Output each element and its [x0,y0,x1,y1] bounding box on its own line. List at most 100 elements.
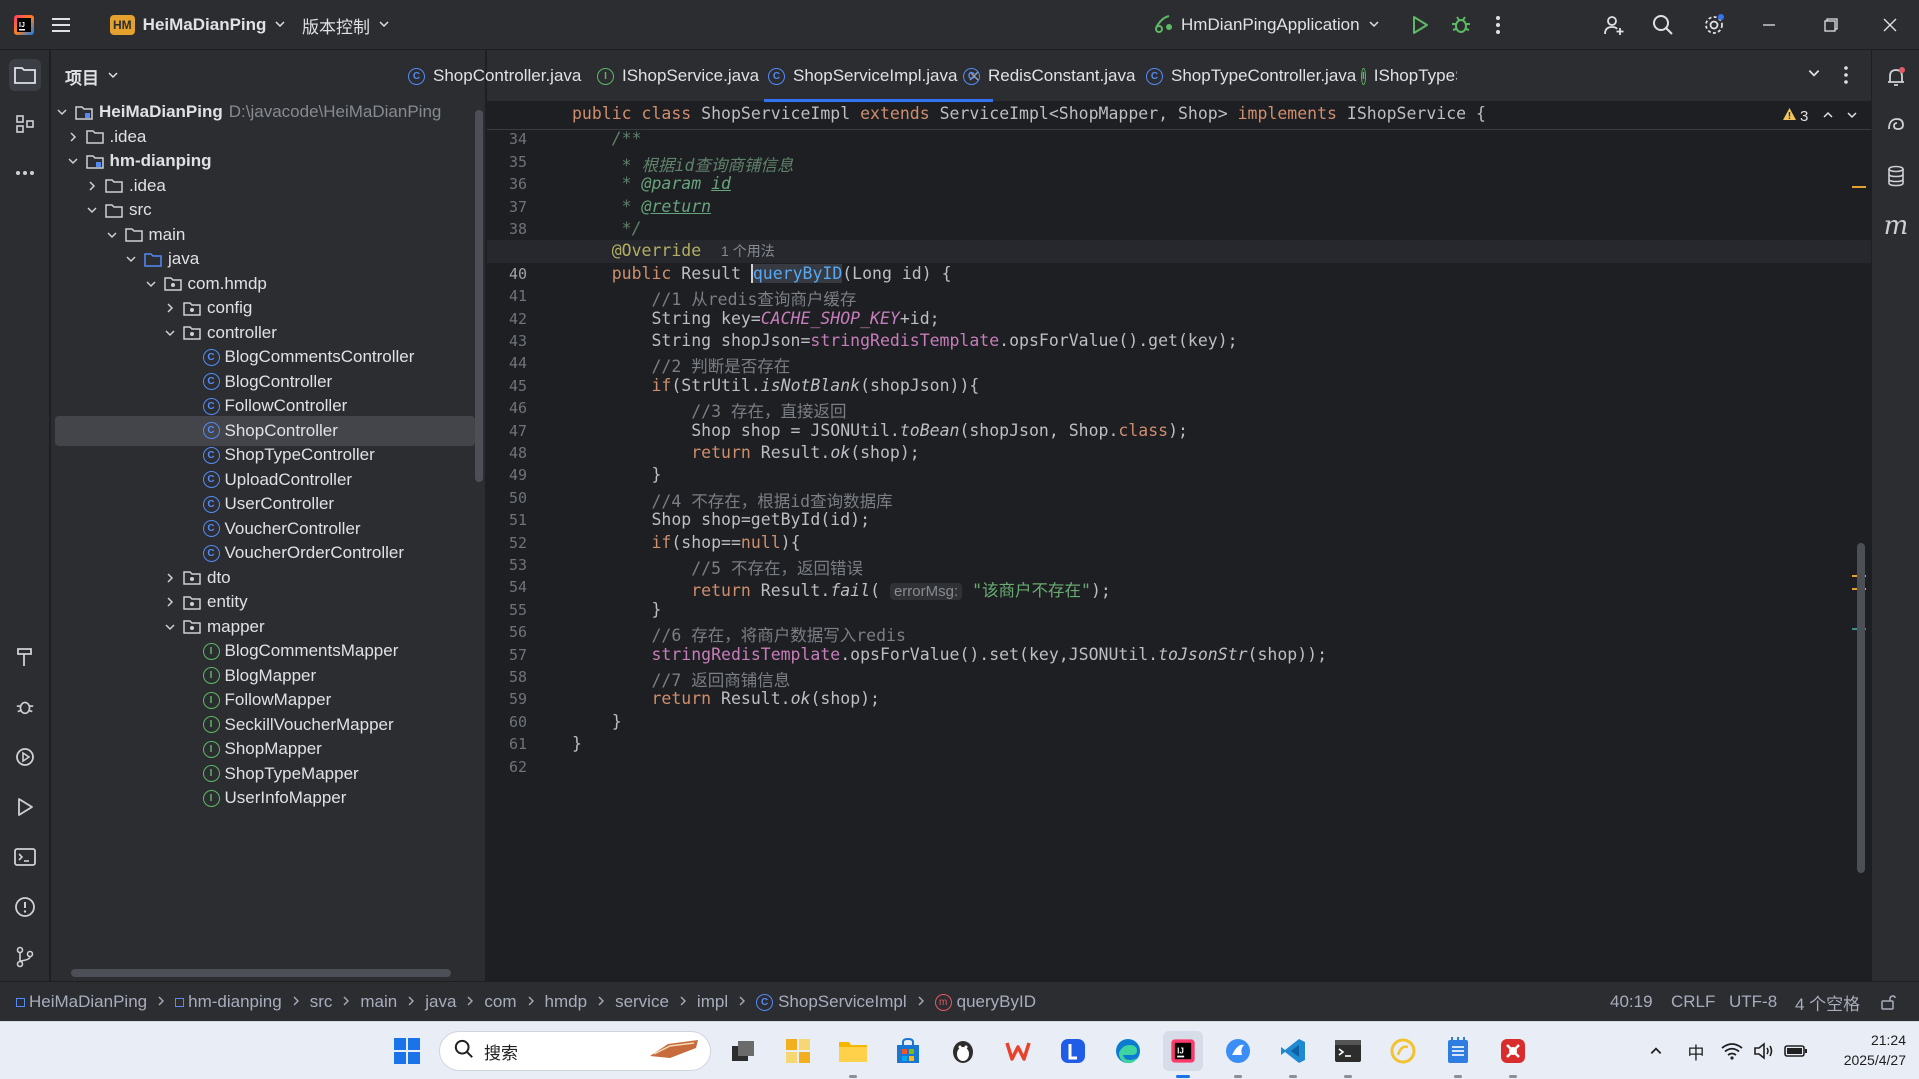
chevron-right-icon[interactable] [85,179,99,193]
line-number[interactable]: 60 [487,713,527,731]
chevron-right-icon[interactable] [163,301,177,315]
line-separator[interactable]: CRLF [1671,982,1715,1022]
project-panel-header[interactable]: 项目 [65,62,119,90]
line-number[interactable]: 55 [487,601,527,619]
breadcrumb-item[interactable]: m queryByID [934,992,1036,1012]
notifications-bell-icon[interactable] [1880,61,1912,93]
line-number[interactable]: 42 [487,310,527,328]
breadcrumb-item[interactable]: C ShopServiceImpl [756,992,907,1012]
line-number[interactable]: 45 [487,377,527,395]
line-number[interactable]: 62 [487,758,527,776]
lark-app-icon[interactable] [1053,1031,1093,1071]
breadcrumb-item[interactable]: service [615,992,669,1012]
tab-shopcontroller-java[interactable]: C ShopController.java [404,50,585,102]
breadcrumb-item[interactable]: hm-dianping [175,992,282,1012]
inspection-widget[interactable]: 3 [1782,105,1858,127]
taskbar-search-box[interactable]: 搜索 [439,1031,711,1071]
add-user-icon[interactable] [1602,0,1626,50]
problems-icon[interactable] [9,891,41,923]
more-tools-icon[interactable] [9,157,41,189]
settings-gear-icon[interactable] [1702,0,1726,50]
redis-desktop-icon[interactable] [1493,1031,1533,1078]
line-number[interactable]: 48 [487,444,527,462]
breadcrumb-item[interactable]: main [360,992,397,1012]
run-config-selector[interactable]: HmDianPingApplication [1153,0,1380,50]
line-number[interactable]: 36 [487,175,527,193]
ime-indicator[interactable]: 中 [1676,1031,1716,1071]
run-icon[interactable] [1410,0,1430,50]
line-number[interactable]: 57 [487,646,527,664]
notes-app-icon[interactable] [1383,1031,1423,1071]
chevron-down-icon[interactable] [105,228,119,242]
chevron-down-icon[interactable] [66,154,80,168]
tree-horizontal-scrollbar[interactable] [71,969,451,977]
volume-icon[interactable] [1748,1031,1780,1071]
line-number[interactable]: 52 [487,534,527,552]
line-number[interactable]: 61 [487,735,527,753]
notepad-icon[interactable] [1438,1031,1478,1078]
ai-assistant-icon[interactable] [1880,110,1912,142]
tab-redisconstant-java[interactable]: C RedisConstant.java [959,50,1139,102]
line-number[interactable]: 47 [487,422,527,440]
run-tool-icon[interactable] [9,791,41,823]
breadcrumb-item[interactable]: java [425,992,456,1012]
chevron-down-icon[interactable] [124,252,138,266]
line-number[interactable]: 40 [487,265,527,283]
restore-icon[interactable] [1824,0,1838,50]
terminal-app-icon[interactable] [1328,1031,1368,1078]
battery-icon[interactable] [1780,1031,1812,1071]
breadcrumb-item[interactable]: impl [697,992,728,1012]
chevron-right-icon[interactable] [163,595,177,609]
app-penguin-icon[interactable] [943,1031,983,1071]
readonly-lock-icon[interactable] [1880,982,1896,1022]
line-number[interactable]: 46 [487,399,527,417]
chevron-right-icon[interactable] [163,571,177,585]
services-icon[interactable] [9,741,41,773]
maven-icon[interactable]: m [1880,210,1912,242]
tab-ishoptypese[interactable]: I IShopTypeSe [1357,50,1457,102]
breadcrumb-item[interactable]: src [310,992,333,1012]
edge-browser-icon[interactable] [1108,1031,1148,1071]
line-number[interactable]: 38 [487,220,527,238]
caret-position[interactable]: 40:19 [1610,982,1653,1022]
wifi-icon[interactable] [1716,1031,1748,1071]
line-number[interactable]: 49 [487,466,527,484]
tabs-more-icon[interactable] [1843,65,1849,90]
tree-vertical-scrollbar[interactable] [475,110,483,482]
line-number[interactable]: 37 [487,198,527,216]
project-tool-folder-icon[interactable] [9,59,41,91]
chevron-down-icon[interactable] [163,326,177,340]
usage-hint[interactable]: 1 个用法 [721,243,775,259]
file-explorer-icon[interactable] [833,1031,873,1078]
chevron-down-icon[interactable] [55,105,69,119]
chevron-right-icon[interactable] [66,130,80,144]
structure-icon[interactable] [9,108,41,140]
next-highlight-chevron-down-icon[interactable] [1846,108,1858,125]
code-editor[interactable]: 2834353637383940414243444546474849505152… [487,103,1871,981]
wps-office-icon[interactable] [998,1031,1038,1071]
editor-vertical-scrollbar[interactable] [1857,543,1865,873]
chevron-down-icon[interactable] [163,620,177,634]
chevron-down-icon[interactable] [85,203,99,217]
breadcrumb-item[interactable]: com [484,992,516,1012]
microsoft-store-icon[interactable] [888,1031,928,1071]
warning-stripe-marker[interactable] [1852,186,1866,188]
intellij-taskbar-icon[interactable]: IJ [1163,1031,1203,1078]
search-icon[interactable] [1652,0,1674,50]
project-switcher[interactable]: HM HeiMaDianPing [110,0,286,50]
line-number[interactable]: 59 [487,690,527,708]
main-menu-icon[interactable] [50,0,72,50]
line-number[interactable]: 54 [487,578,527,596]
tab-shoptypecontroller-java[interactable]: C ShopTypeController.java [1142,50,1360,102]
line-number[interactable]: 35 [487,153,527,171]
indent-setting[interactable]: 4 个空格 [1795,982,1860,1022]
feishu-icon[interactable] [1218,1031,1258,1078]
more-actions-icon[interactable] [1495,0,1501,50]
intellij-logo-icon[interactable]: IJ [12,0,36,50]
line-number[interactable]: 41 [487,287,527,305]
close-window-icon[interactable] [1883,0,1897,50]
breadcrumb-item[interactable]: HeiMaDianPing [16,992,147,1012]
clock[interactable]: 21:24 2025/4/27 [1812,1030,1906,1070]
database-icon[interactable] [1880,160,1912,192]
file-encoding[interactable]: UTF-8 [1729,982,1777,1022]
